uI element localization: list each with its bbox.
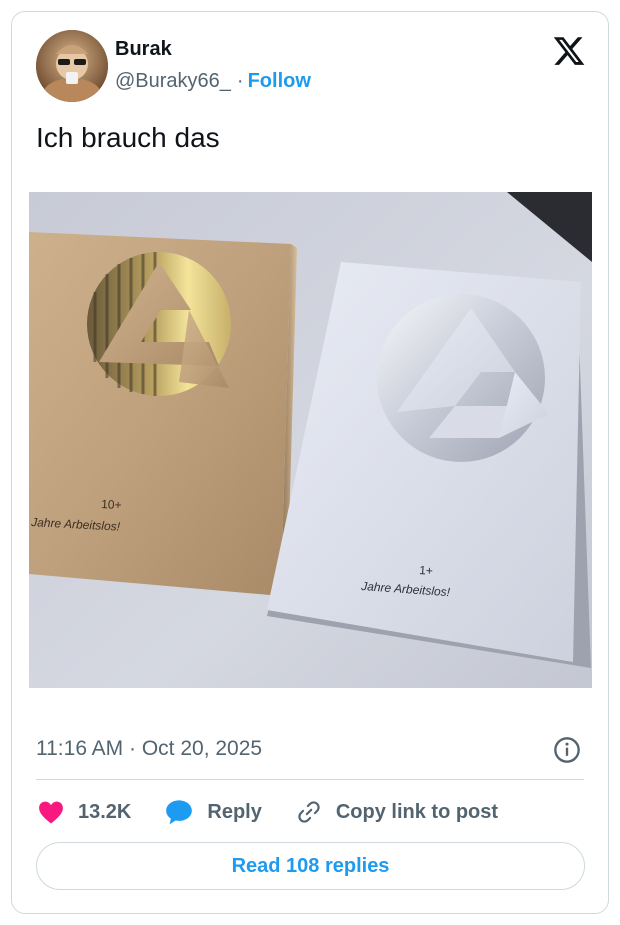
copy-link-button[interactable]: Copy link to post — [296, 799, 498, 825]
left-plaque-count: 10+ — [101, 497, 122, 512]
tweet-card: Burak @Buraky66_·Follow Ich brauch das — [11, 11, 609, 914]
separator: · — [236, 70, 244, 92]
follow-button[interactable]: Follow — [248, 70, 311, 92]
speech-bubble-icon — [166, 800, 193, 825]
x-logo-icon[interactable] — [552, 34, 586, 68]
right-plaque-count: 1+ — [419, 563, 434, 578]
timestamp[interactable]: 11:16 AM · Oct 20, 2025 — [36, 737, 262, 761]
copy-link-label: Copy link to post — [335, 800, 499, 823]
handle-row: @Buraky66_ · Follow — [115, 70, 311, 93]
display-name[interactable]: Burak — [115, 38, 172, 61]
reply-button[interactable]: Reply — [165, 799, 262, 825]
handle[interactable]: @Buraky66_ — [115, 70, 231, 92]
avatar[interactable] — [36, 30, 108, 102]
heart-icon — [39, 801, 63, 824]
like-button[interactable]: 13.2K — [38, 800, 131, 824]
tweet-image[interactable]: 10+ Jahre Arbeitslos! 1+ Jahre Arbeitslo… — [29, 192, 592, 688]
info-icon[interactable] — [553, 736, 581, 764]
reply-label: Reply — [207, 800, 262, 823]
action-bar: 13.2K Reply Copy link to post — [38, 795, 532, 829]
like-count: 13.2K — [78, 800, 132, 823]
tweet-text: Ich brauch das — [36, 122, 220, 153]
read-replies-button[interactable]: Read 108 replies — [36, 842, 585, 890]
link-icon — [298, 801, 320, 823]
divider — [36, 779, 584, 780]
